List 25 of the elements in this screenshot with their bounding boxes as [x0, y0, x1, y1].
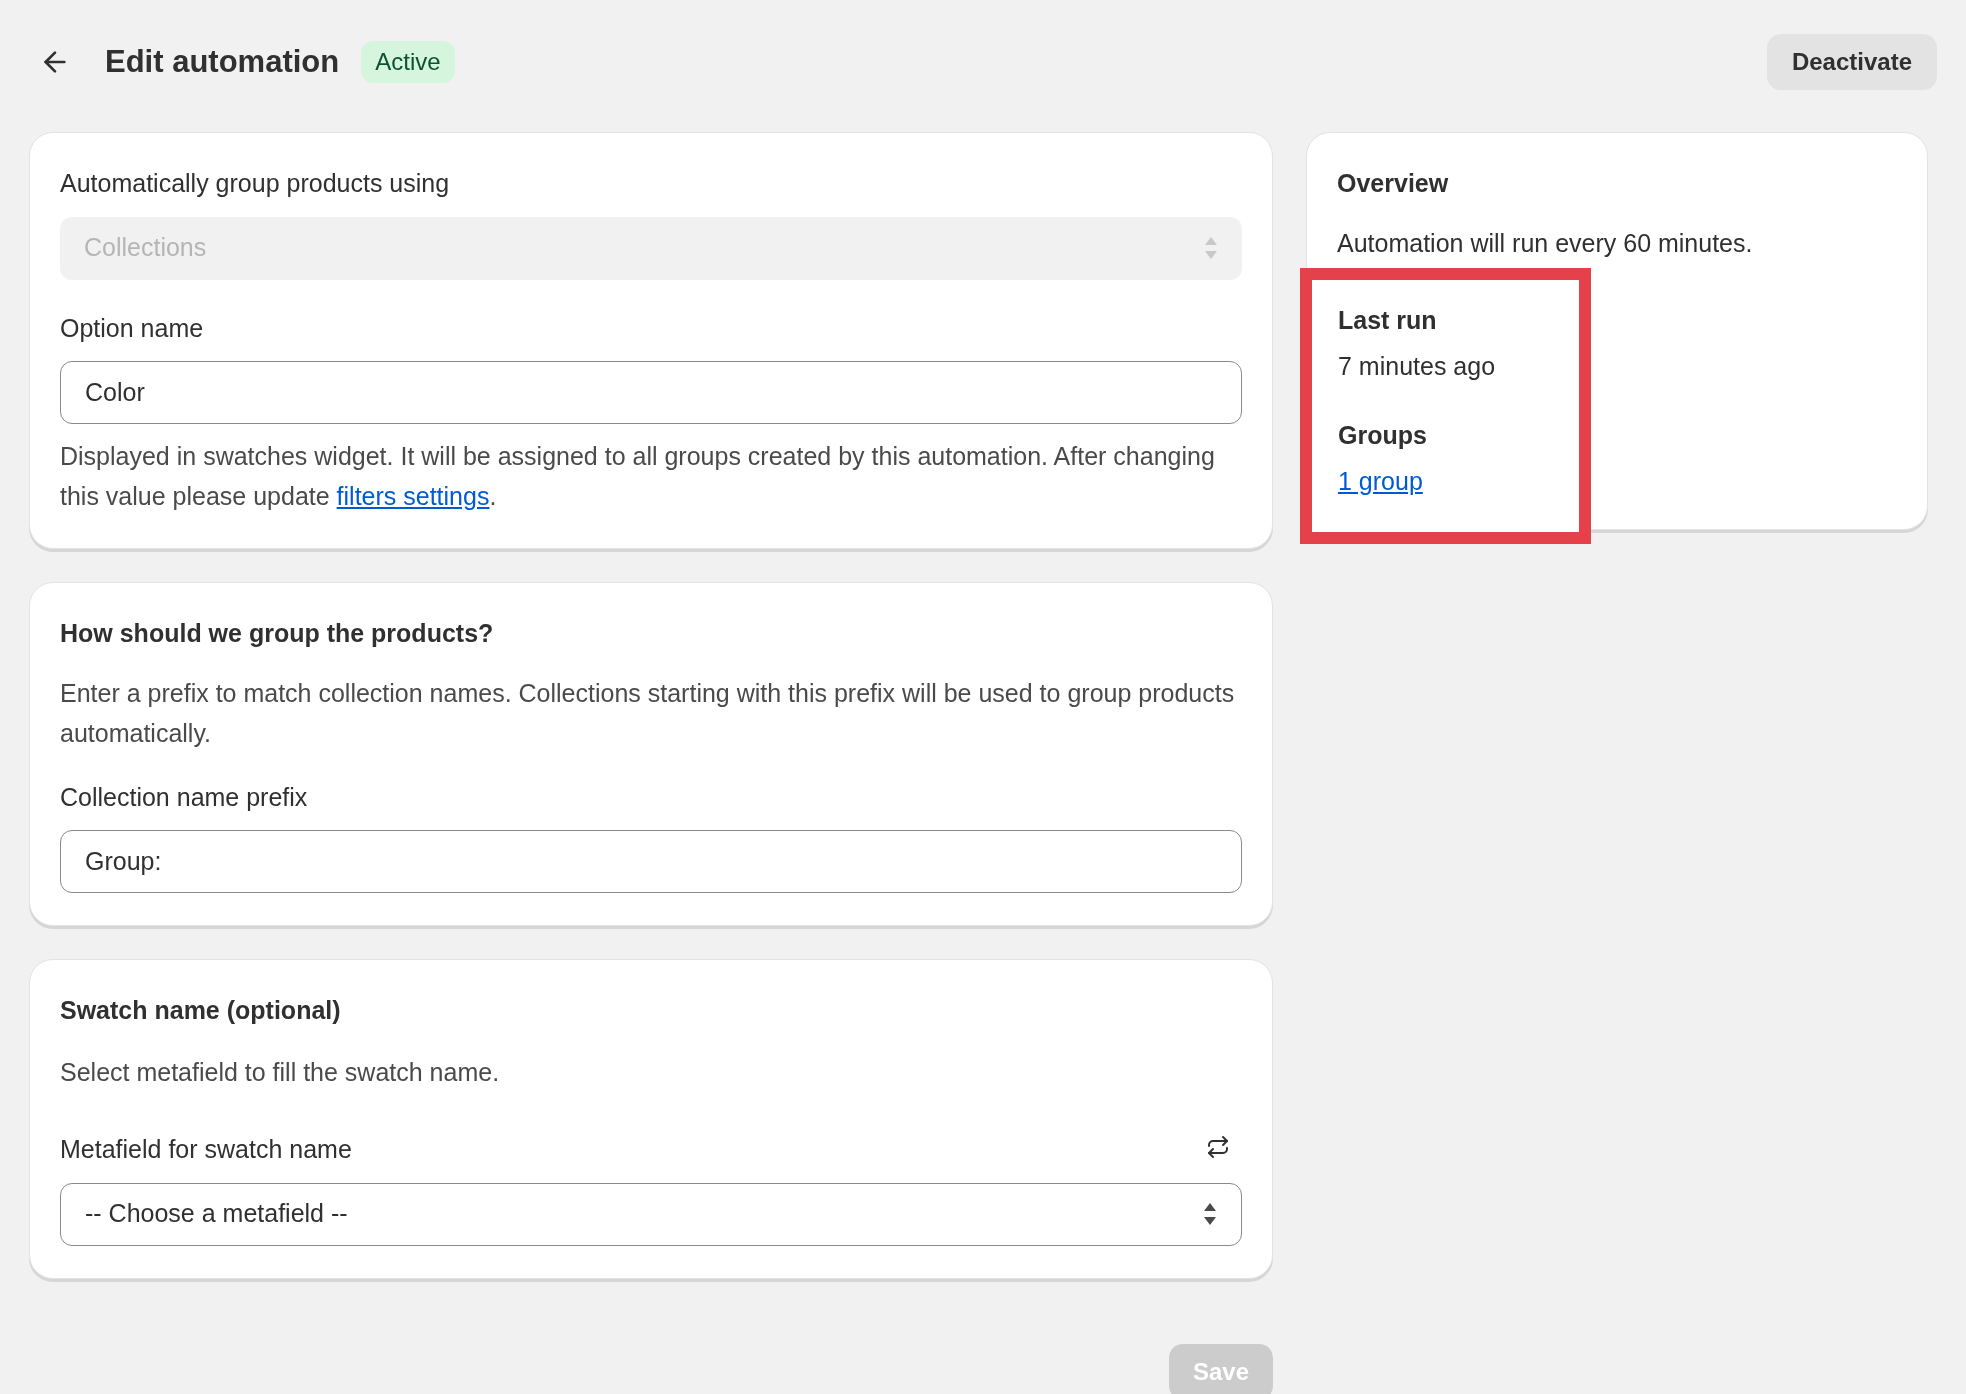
status-badge: Active [361, 41, 455, 83]
card-description: Enter a prefix to match collection names. Collections starting with this prefix will be used to group products automatically. [60, 677, 1236, 749]
field-label: Automatically group products using [60, 168, 451, 199]
page-title: Edit automation [105, 42, 340, 81]
card-title: Swatch name (optional) [60, 995, 342, 1026]
card-description: Select metafield to fill the swatch name. [60, 1056, 501, 1088]
refresh-icon[interactable] [1206, 1134, 1230, 1159]
card-title: Overview [1337, 168, 1450, 199]
metafield-select[interactable]: -- Choose a metafield -- [60, 1182, 1242, 1246]
last-run-label: Last run [1338, 305, 1438, 336]
field-label: Metafield for swatch name [60, 1134, 352, 1165]
option-name-field[interactable]: Color [60, 361, 1242, 424]
groups-link[interactable]: 1 group [1338, 462, 1423, 500]
card-title: How should we group the products? [60, 618, 495, 649]
select-arrows-icon [1204, 235, 1218, 261]
schedule-text: Automation will run every 60 minutes. [1337, 227, 1754, 259]
groups-label: Groups [1338, 420, 1428, 451]
last-run-value: 7 minutes ago [1338, 350, 1497, 382]
field-label: Collection name prefix [60, 781, 309, 813]
filters-settings-link[interactable]: filters settings [336, 482, 490, 510]
select-arrows-icon [1203, 1201, 1217, 1227]
field-label: Option name [60, 312, 205, 344]
deactivate-button[interactable]: Deactivate [1766, 34, 1937, 90]
help-text: Displayed in swatches widget. It will be assigned to all groups created by this automation. After changing this value please update filters settings. [60, 441, 1216, 512]
prefix-field[interactable]: Group: [60, 830, 1242, 893]
